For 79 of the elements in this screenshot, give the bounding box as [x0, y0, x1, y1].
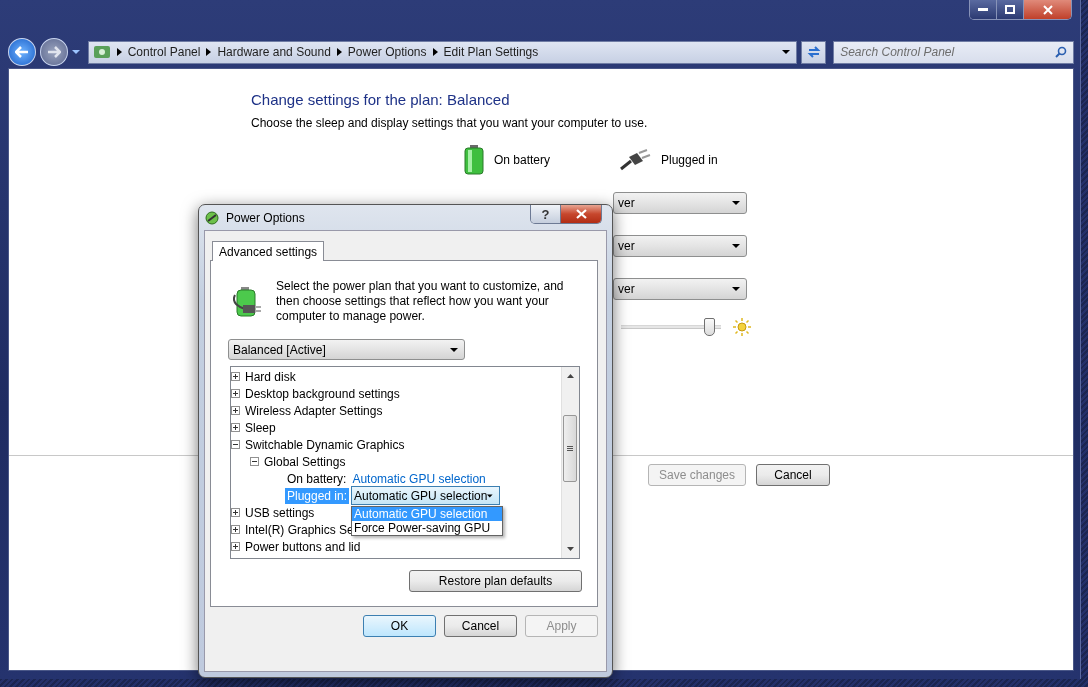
- expand-icon[interactable]: [231, 389, 240, 398]
- setting-label[interactable]: On battery:: [285, 470, 349, 487]
- dialog-button[interactable]: Cancel: [444, 615, 517, 637]
- tree-item[interactable]: Wireless Adapter Settings: [245, 403, 383, 418]
- page-title: Change settings for the plan: Balanced: [251, 91, 511, 109]
- maximize-button[interactable]: [996, 0, 1023, 19]
- expand-icon[interactable]: [231, 525, 240, 534]
- breadcrumb-link[interactable]: Hardware and Sound: [217, 45, 331, 59]
- refresh-icon: [806, 46, 821, 58]
- caret-icon: [732, 244, 740, 248]
- maximize-icon: [1005, 5, 1015, 14]
- refresh-button[interactable]: [801, 40, 827, 64]
- power-icon: [204, 209, 220, 226]
- dialog-description: Select the power plan that you want to customize, and then choose settings that reflect how you want your computer to manage power.: [276, 279, 565, 324]
- scroll-up-icon[interactable]: [567, 374, 574, 378]
- breadcrumb-link[interactable]: Power Options: [347, 45, 427, 59]
- control-panel-icon: [92, 44, 111, 60]
- caret-icon: [782, 50, 791, 54]
- plugged-in-dropdown[interactable]: ver: [613, 235, 747, 257]
- expand-icon[interactable]: [231, 542, 240, 551]
- collapse-icon[interactable]: [250, 457, 259, 466]
- plug-icon: [619, 149, 651, 171]
- close-icon: [575, 209, 587, 219]
- tree-item[interactable]: Hard disk: [245, 369, 296, 384]
- column-header: Plugged in: [661, 153, 718, 167]
- chevron-icon[interactable]: [336, 48, 342, 56]
- help-button[interactable]: ?: [531, 205, 560, 223]
- dialog-title: Power Options: [226, 210, 306, 225]
- scrollbar[interactable]: [561, 367, 579, 558]
- right-arrow-icon: [46, 46, 61, 58]
- scroll-thumb[interactable]: [563, 415, 577, 482]
- sun-icon: [733, 318, 751, 336]
- breadcrumb-link[interactable]: Control Panel: [127, 45, 201, 59]
- left-arrow-icon: [14, 46, 29, 58]
- chevron-icon[interactable]: [206, 48, 212, 56]
- search-input[interactable]: Search Control Panel: [840, 45, 1041, 59]
- caret-icon: [487, 493, 494, 498]
- chevron-icon[interactable]: [432, 48, 438, 56]
- search-field[interactable]: Search Control Panel: [833, 40, 1074, 64]
- tree-item[interactable]: Desktop background settings: [245, 386, 400, 401]
- plugged-in-dropdown[interactable]: ver: [613, 192, 747, 214]
- address-bar[interactable]: Control Panel Hardware and Sound Power Options Edit Plan Settings: [87, 40, 798, 64]
- caret-icon: [732, 201, 740, 205]
- tree-item[interactable]: Sleep: [245, 420, 276, 435]
- caret-icon: [732, 287, 740, 291]
- close-icon: [1042, 4, 1053, 15]
- expand-icon[interactable]: [231, 372, 240, 381]
- tree-item[interactable]: USB settings: [245, 505, 315, 520]
- search-icon: [1055, 46, 1067, 58]
- forward-button[interactable]: [39, 38, 68, 66]
- tree-item[interactable]: Power buttons and lid: [245, 539, 361, 554]
- dropdown-option[interactable]: Force Power-saving GPU: [352, 521, 503, 535]
- chevron-icon[interactable]: [116, 48, 122, 56]
- restore-defaults-button[interactable]: Restore plan defaults: [409, 570, 582, 592]
- tree-item[interactable]: Switchable Dynamic Graphics: [245, 437, 405, 452]
- minimize-button[interactable]: [970, 0, 996, 19]
- expand-icon[interactable]: [231, 423, 240, 432]
- battery-icon: [464, 145, 484, 175]
- setting-value-link[interactable]: Automatic GPU selection: [352, 471, 486, 486]
- caret-icon: [450, 347, 458, 352]
- back-button[interactable]: [8, 38, 36, 66]
- tab[interactable]: Advanced settings: [212, 241, 325, 261]
- minimize-icon: [978, 7, 988, 12]
- expand-icon[interactable]: [231, 508, 240, 517]
- expand-icon[interactable]: [231, 406, 240, 415]
- page-subtitle: Choose the sleep and display settings that you want your computer to use.: [251, 115, 649, 131]
- cancel-button[interactable]: Cancel: [756, 464, 830, 486]
- scroll-down-icon[interactable]: [567, 547, 574, 551]
- breadcrumb-link[interactable]: Edit Plan Settings: [443, 45, 539, 59]
- slider-thumb[interactable]: [704, 318, 715, 336]
- close-button[interactable]: [560, 205, 601, 223]
- history-caret-icon[interactable]: [71, 50, 80, 54]
- plugged-in-dropdown[interactable]: ver: [613, 278, 747, 300]
- collapse-icon[interactable]: [231, 440, 240, 449]
- plan-dropdown[interactable]: Balanced [Active]: [228, 339, 465, 360]
- dialog-button[interactable]: OK: [363, 615, 436, 637]
- tree-item[interactable]: Global Settings: [264, 454, 346, 469]
- column-header: On battery: [494, 153, 551, 167]
- close-button[interactable]: [1023, 0, 1071, 19]
